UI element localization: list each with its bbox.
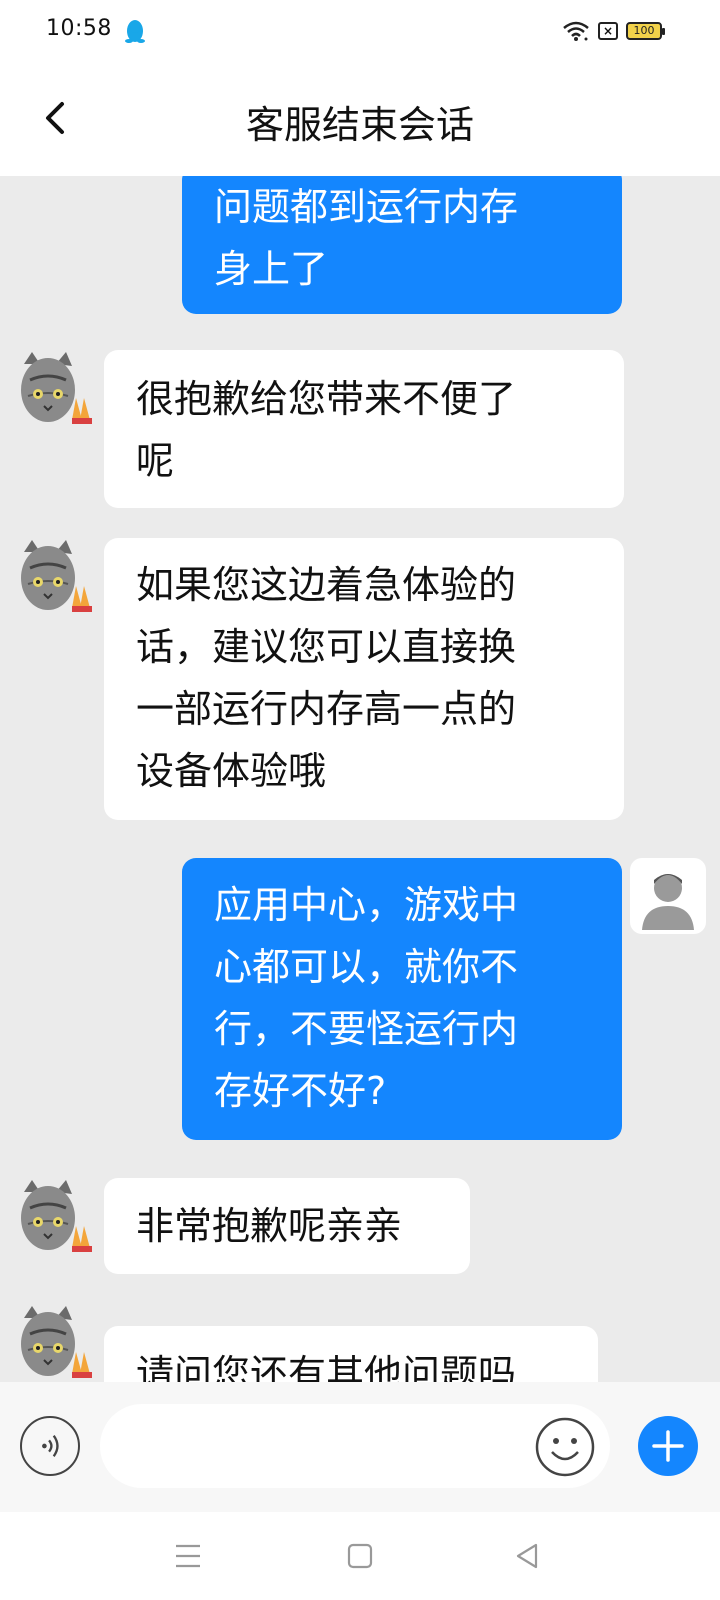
agent-avatar[interactable] xyxy=(18,538,94,614)
system-nav-bar xyxy=(0,1512,720,1600)
sim-x-icon: × xyxy=(598,22,618,40)
emoji-icon[interactable] xyxy=(534,1416,596,1478)
status-time: 10:58 xyxy=(46,16,112,41)
status-icons: × 100 xyxy=(562,20,665,42)
menu-icon[interactable] xyxy=(168,1538,208,1574)
battery-icon: 100 xyxy=(626,22,665,40)
user-avatar[interactable] xyxy=(630,858,706,934)
page-title: 客服结束会话 xyxy=(245,103,474,147)
agent-avatar[interactable] xyxy=(18,350,94,426)
input-bar xyxy=(0,1382,720,1512)
message-bubble-incoming[interactable]: 很抱歉给您带来不便了 呢 xyxy=(104,350,624,508)
message-bubble-incoming[interactable]: 非常抱歉呢亲亲 xyxy=(104,1178,470,1274)
agent-avatar[interactable] xyxy=(18,1304,94,1380)
qq-penguin-icon xyxy=(125,20,145,43)
home-square-icon[interactable] xyxy=(340,1538,380,1574)
chat-header: 客服结束会话 xyxy=(0,64,720,176)
back-triangle-icon[interactable] xyxy=(508,1538,548,1574)
cat-avatar-icon xyxy=(21,1180,92,1252)
cat-avatar-icon xyxy=(21,1306,92,1378)
user-silhouette-icon xyxy=(642,874,694,930)
chat-message-list[interactable]: 问题都到运行内存 身上了 很抱歉给您带来不便了 呢 如果您这边着急体验的 话，建… xyxy=(0,176,720,1382)
cat-avatar-icon xyxy=(21,352,92,424)
message-bubble-incoming[interactable]: 如果您这边着急体验的 话，建议您可以直接换 一部运行内存高一点的 设备体验哦 xyxy=(104,538,624,820)
message-bubble-outgoing[interactable]: 问题都到运行内存 身上了 xyxy=(182,176,622,314)
message-bubble-incoming[interactable]: 请问您还有其他问题吗 xyxy=(104,1326,598,1382)
status-bar: 10:58 × 100 xyxy=(0,0,720,64)
wifi-icon xyxy=(563,21,589,41)
message-bubble-outgoing[interactable]: 应用中心，游戏中 心都可以，就你不 行，不要怪运行内 存好不好? xyxy=(182,858,622,1140)
plus-icon[interactable] xyxy=(638,1416,698,1476)
agent-avatar[interactable] xyxy=(18,1178,94,1254)
cat-avatar-icon xyxy=(21,540,92,612)
voice-icon[interactable] xyxy=(20,1416,80,1476)
